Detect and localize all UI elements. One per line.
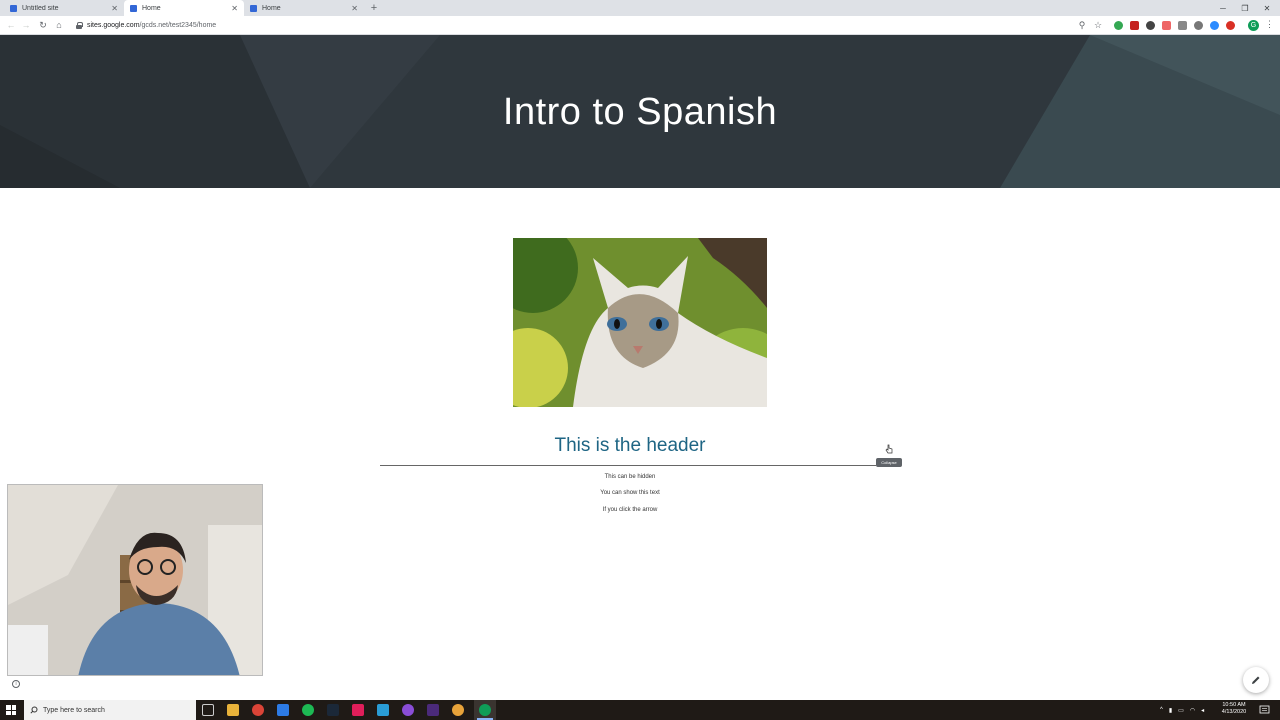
taskbar-clock[interactable]: 10:50 AM 4/13/2020	[1214, 702, 1254, 716]
chrome-icon[interactable]	[252, 704, 264, 716]
restore-icon[interactable]: ❐	[1234, 0, 1256, 16]
rush-icon[interactable]	[427, 704, 439, 716]
cat-photo	[513, 238, 767, 407]
record-extension-icon[interactable]	[1226, 21, 1235, 30]
gmail-extension-icon[interactable]	[1130, 21, 1139, 30]
chrome-active-icon[interactable]	[479, 704, 491, 716]
volume-icon[interactable]: ◂	[1201, 707, 1204, 714]
profile-avatar[interactable]: G	[1248, 20, 1259, 31]
app-icon[interactable]	[402, 704, 414, 716]
reload-icon[interactable]: ↻	[36, 18, 50, 32]
tray-chevron-icon[interactable]: ^	[1160, 707, 1163, 713]
sites-favicon-icon	[250, 4, 257, 12]
bookmark-star-icon[interactable]: ☆	[1091, 18, 1105, 32]
notification-icon[interactable]	[1259, 704, 1270, 715]
site-banner: Intro to Spanish	[0, 35, 1280, 188]
lock-icon	[76, 22, 83, 29]
drive-extension-icon[interactable]	[1114, 21, 1123, 30]
wifi-icon[interactable]: ◠	[1190, 707, 1195, 714]
app-icon[interactable]	[377, 704, 389, 716]
extension-icon[interactable]	[1162, 21, 1171, 30]
minimize-icon[interactable]: ─	[1212, 0, 1234, 16]
task-view-icon[interactable]	[202, 704, 214, 716]
collapsible-text-line: If you click the arrow	[602, 507, 658, 513]
tab-title: Home	[142, 4, 161, 12]
close-window-icon[interactable]: ✕	[1256, 0, 1278, 16]
close-icon[interactable]: ✕	[231, 4, 238, 13]
close-icon[interactable]: ✕	[351, 4, 358, 13]
tab-title: Home	[262, 4, 281, 12]
new-tab-plus-icon[interactable]: +	[368, 1, 380, 15]
collapsible-header[interactable]: This is the header	[380, 435, 880, 457]
info-icon[interactable]: i	[12, 680, 20, 688]
zoom-extension-icon[interactable]	[1210, 21, 1219, 30]
screen: Untitled site ✕ Home ✕ Home ✕ + ─ ❐ ✕ ← …	[0, 0, 1280, 720]
site-page: Intro to Spanish This is the header Coll…	[0, 35, 1280, 700]
home-icon[interactable]: ⌂	[52, 18, 66, 32]
search-placeholder: Type here to search	[43, 706, 105, 714]
collapsible-text-line: You can show this text	[600, 490, 660, 496]
windows-start-icon[interactable]	[6, 705, 16, 715]
clock-time: 10:50 AM	[1222, 702, 1246, 708]
collapse-arrow-button[interactable]	[882, 442, 896, 456]
spotify-icon[interactable]	[302, 704, 314, 716]
tab-home-active[interactable]: Home ✕	[124, 0, 244, 16]
app-icon[interactable]	[277, 704, 289, 716]
tab-home[interactable]: Home ✕	[244, 0, 364, 16]
extension-icon[interactable]	[1194, 21, 1203, 30]
tab-title: Untitled site	[22, 4, 59, 12]
pencil-icon	[1252, 676, 1260, 684]
forward-arrow-icon[interactable]: →	[19, 18, 33, 32]
windows-taskbar: Type here to search ^ ▮ ▭ ◠ ◂ 10:50 AM 4…	[0, 700, 1280, 720]
collapsible-text-line: This can be hidden	[604, 474, 656, 480]
browser-toolbar: ← → ↻ ⌂ sites.google.com/gcds.net/test23…	[0, 16, 1280, 35]
slack-icon[interactable]	[352, 704, 364, 716]
kebab-menu-icon[interactable]: ⋮	[1265, 19, 1274, 30]
file-explorer-icon[interactable]	[227, 704, 239, 716]
back-arrow-icon[interactable]: ←	[4, 18, 18, 32]
taskbar-search[interactable]: Type here to search	[24, 700, 196, 720]
url-host: sites.google.com	[87, 22, 140, 29]
search-icon	[30, 706, 38, 714]
tab-strip: Untitled site ✕ Home ✕ Home ✕ + ─ ❐ ✕	[0, 0, 1280, 16]
steam-icon[interactable]	[327, 704, 339, 716]
extension-icon[interactable]	[1178, 21, 1187, 30]
site-title: Intro to Spanish	[502, 91, 778, 133]
zoom-icon[interactable]: ⚲	[1075, 18, 1089, 32]
sites-favicon-icon	[10, 4, 17, 12]
address-bar[interactable]: sites.google.com/gcds.net/test2345/home	[72, 18, 1092, 33]
network-icon[interactable]: ▭	[1178, 707, 1184, 714]
section-divider	[380, 465, 876, 466]
tab-untitled-site[interactable]: Untitled site ✕	[4, 0, 124, 16]
edit-pencil-button[interactable]	[1243, 667, 1269, 693]
collapse-tooltip: Collapse	[876, 458, 902, 467]
clock-date: 4/13/2020	[1221, 709, 1247, 715]
close-icon[interactable]: ✕	[111, 4, 118, 13]
extension-icon[interactable]	[1146, 21, 1155, 30]
chrome-profile-icon[interactable]	[452, 704, 464, 716]
url-path: /gcds.net/test2345/home	[139, 22, 217, 29]
battery-icon[interactable]: ▮	[1169, 707, 1172, 714]
sites-favicon-icon	[130, 4, 137, 12]
system-tray: ^ ▮ ▭ ◠ ◂	[1160, 700, 1204, 720]
hand-cursor-icon	[885, 444, 893, 454]
webcam-overlay	[7, 484, 263, 676]
